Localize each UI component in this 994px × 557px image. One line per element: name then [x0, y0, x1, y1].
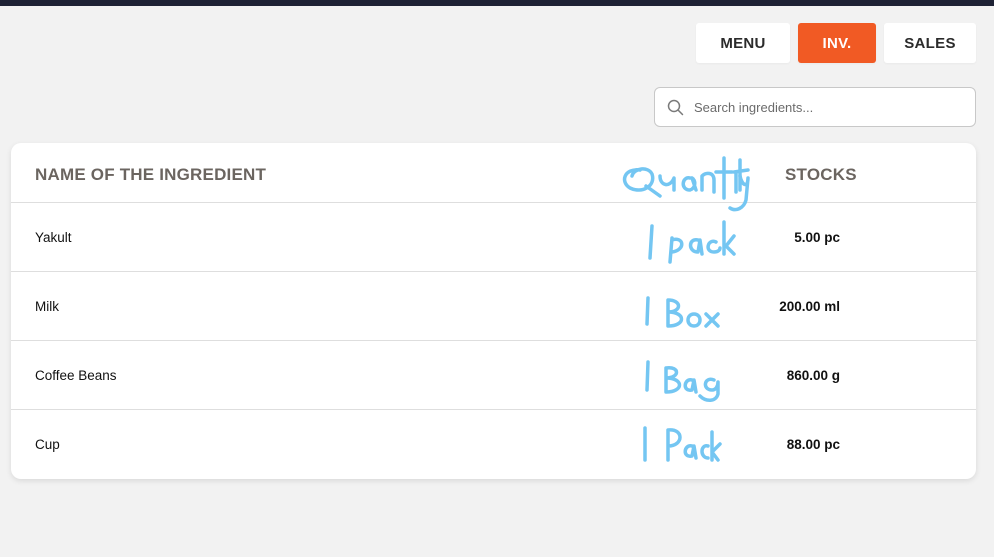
ingredients-table: NAME OF THE INGREDIENT STOCKS Yakult 5.0… — [11, 143, 976, 479]
table-header: NAME OF THE INGREDIENT STOCKS — [11, 143, 976, 203]
ingredient-stock: 200.00 ml — [779, 299, 840, 314]
column-header-stocks: STOCKS — [785, 165, 857, 184]
search-box[interactable] — [654, 87, 976, 127]
ingredient-stock: 5.00 pc — [794, 230, 840, 245]
top-bar — [0, 0, 994, 6]
sales-nav-button[interactable]: SALES — [884, 23, 976, 63]
table-row[interactable]: Coffee Beans 860.00 g — [11, 341, 976, 410]
ingredient-name: Yakult — [35, 230, 72, 245]
table-row[interactable]: Cup 88.00 pc — [11, 410, 976, 479]
ingredient-stock: 860.00 g — [786, 368, 840, 383]
table-row[interactable]: Yakult 5.00 pc — [11, 203, 976, 272]
column-header-name: NAME OF THE INGREDIENT — [35, 165, 267, 184]
ingredient-stock: 88.00 pc — [786, 437, 840, 452]
search-icon — [667, 99, 684, 115]
main-nav: MENU INV. SALES — [696, 23, 976, 63]
inventory-nav-button[interactable]: INV. — [798, 23, 876, 63]
ingredient-name: Cup — [35, 437, 60, 452]
table-row[interactable]: Milk 200.00 ml — [11, 272, 976, 341]
ingredient-name: Milk — [35, 299, 59, 314]
search-input[interactable] — [694, 99, 954, 115]
menu-nav-button[interactable]: MENU — [696, 23, 790, 63]
ingredient-name: Coffee Beans — [35, 368, 117, 383]
